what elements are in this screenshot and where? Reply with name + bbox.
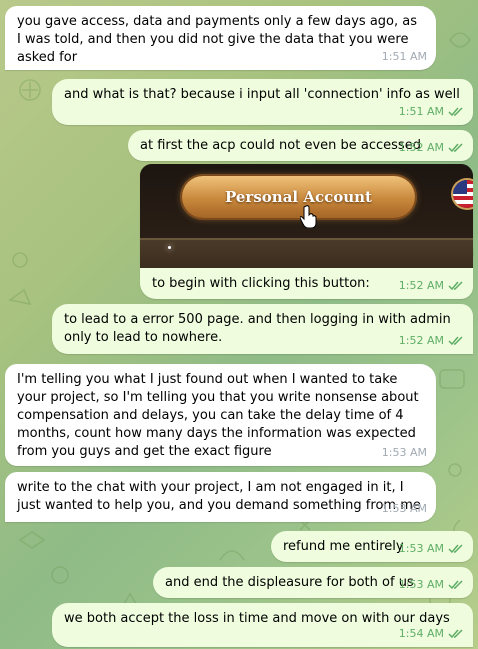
outgoing-message[interactable]: and what is that? because i input all 'c…	[52, 79, 473, 125]
outgoing-message[interactable]: and end the displeasure for both of us 1…	[153, 567, 473, 598]
message-time: 1:53 AM	[381, 446, 427, 459]
message-time: 1:52 AM	[398, 141, 444, 154]
incoming-message[interactable]: write to the chat with your project, I a…	[5, 472, 436, 522]
message-time: 1:53 AM	[381, 502, 427, 515]
cursor-hand-icon	[300, 205, 317, 228]
image-floor	[140, 238, 473, 268]
double-check-icon	[448, 580, 463, 590]
double-check-icon	[448, 629, 463, 639]
message-time: 1:51 AM	[381, 50, 427, 63]
message-text: you gave access, data and payments only …	[17, 14, 418, 65]
personal-account-button-image: Personal Account	[182, 176, 415, 218]
message-time: 1:53 AM	[398, 542, 444, 555]
personal-account-label: Personal Account	[225, 188, 372, 206]
double-check-icon	[448, 143, 463, 153]
outgoing-image-message[interactable]: Personal Account to begin with clicking …	[140, 164, 473, 299]
flag-icon	[453, 180, 473, 208]
message-meta: 1:53 AM	[399, 576, 464, 594]
outgoing-message[interactable]: at first the acp could not even be acces…	[128, 130, 473, 161]
outgoing-message[interactable]: we both accept the loss in time and move…	[52, 603, 473, 647]
message-meta: 1:51 AM	[382, 48, 427, 66]
sparkle	[168, 246, 171, 249]
message-meta: 1:53 AM	[382, 444, 427, 462]
message-time: 1:52 AM	[398, 334, 444, 347]
message-meta: 1:53 AM	[399, 540, 464, 558]
incoming-message[interactable]: I'm telling you what I just found out wh…	[5, 364, 436, 466]
message-meta: 1:51 AM	[399, 103, 464, 121]
screenshot-image[interactable]: Personal Account	[140, 164, 473, 268]
message-time: 1:54 AM	[398, 627, 444, 640]
double-check-icon	[448, 544, 463, 554]
message-meta: 1:52 AM	[399, 139, 464, 157]
message-meta: 1:54 AM	[399, 625, 464, 643]
message-meta: 1:53 AM	[382, 500, 427, 518]
double-check-icon	[448, 107, 463, 117]
message-meta: 1:52 AM	[399, 332, 464, 350]
outgoing-message[interactable]: refund me entirely 1:53 AM	[271, 531, 473, 562]
outgoing-message[interactable]: to lead to a error 500 page. and then lo…	[52, 304, 473, 354]
message-time: 1:53 AM	[398, 578, 444, 591]
message-time: 1:52 AM	[398, 279, 444, 292]
message-text: and what is that? because i input all 'c…	[64, 87, 460, 102]
incoming-message[interactable]: you gave access, data and payments only …	[5, 6, 436, 70]
message-meta: 1:52 AM	[399, 277, 464, 295]
message-text: to begin with clicking this button:	[152, 276, 370, 291]
double-check-icon	[448, 336, 463, 346]
double-check-icon	[448, 281, 463, 291]
message-time: 1:51 AM	[398, 105, 444, 118]
message-text: I'm telling you what I just found out wh…	[17, 372, 419, 459]
message-text: write to the chat with your project, I a…	[17, 480, 421, 513]
